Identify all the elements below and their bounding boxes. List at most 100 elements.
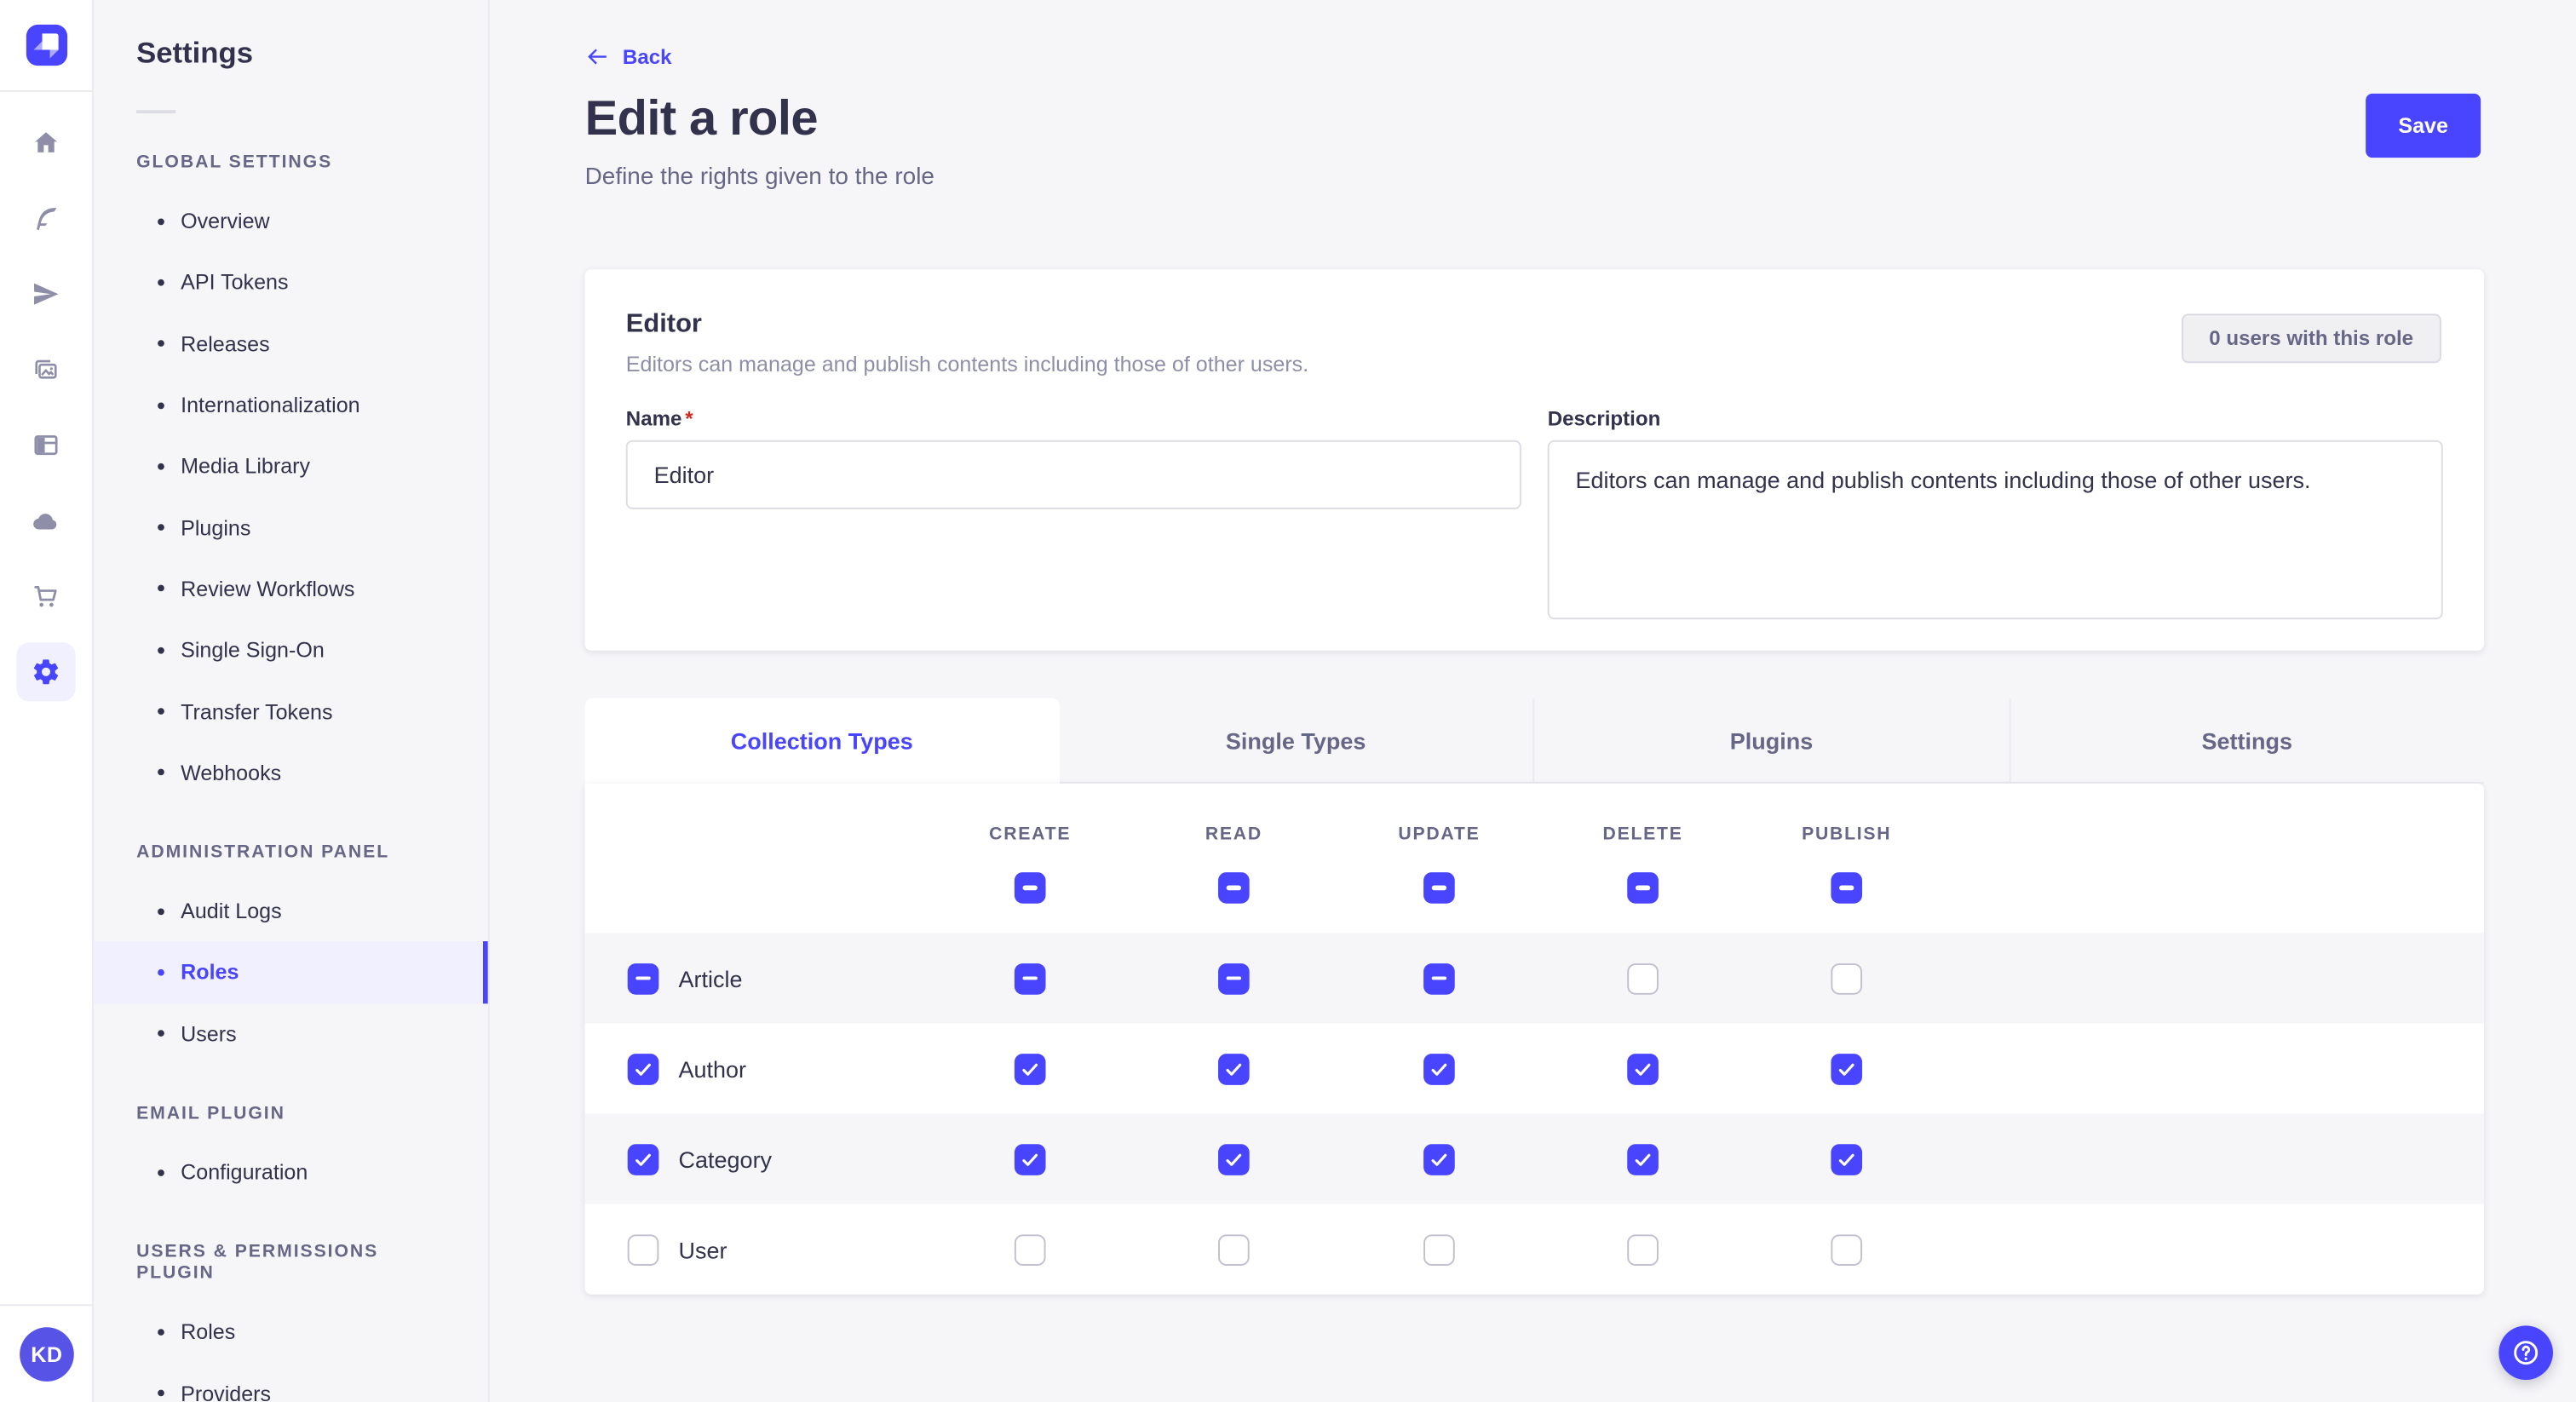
select-all-create-checkbox[interactable] xyxy=(1015,872,1046,904)
rail-item-cart[interactable] xyxy=(16,566,75,625)
author-read-checkbox[interactable] xyxy=(1218,1053,1250,1084)
save-button[interactable]: Save xyxy=(2366,94,2481,158)
sidebar-item-label: Configuration xyxy=(181,1160,308,1185)
tab-single-types[interactable]: Single Types xyxy=(1059,698,1532,784)
row-select-category-checkbox[interactable] xyxy=(628,1143,659,1175)
rail-item-layout[interactable] xyxy=(16,416,75,474)
select-all-wrapper xyxy=(1831,872,1862,904)
category-create-checkbox[interactable] xyxy=(1015,1143,1046,1175)
permission-row-label: User xyxy=(678,1236,727,1262)
rail-item-images[interactable] xyxy=(16,340,75,399)
sidebar-item-overview[interactable]: Overview xyxy=(94,191,488,252)
name-label: Name* xyxy=(626,407,1521,432)
users-count-badge: 0 users with this role xyxy=(2181,313,2441,363)
sidebar-item-users[interactable]: Users xyxy=(94,1003,488,1065)
sidebar-item-label: Audit Logs xyxy=(181,899,281,923)
user-create-checkbox[interactable] xyxy=(1015,1233,1046,1265)
column-header-read: READ xyxy=(1205,825,1262,844)
bullet-icon xyxy=(158,969,164,976)
select-all-read-checkbox[interactable] xyxy=(1218,872,1250,904)
sidebar-sections: GLOBAL SETTINGSOverviewAPI TokensRelease… xyxy=(94,152,488,1402)
tabs: Collection TypesSingle TypesPluginsSetti… xyxy=(585,698,2484,784)
article-update-checkbox[interactable] xyxy=(1423,962,1455,994)
select-all-wrapper xyxy=(1627,872,1659,904)
tab-plugins[interactable]: Plugins xyxy=(1532,698,2008,784)
cart-icon xyxy=(32,582,61,612)
permission-row-category: Category xyxy=(585,1114,2484,1204)
sidebar-title: Settings xyxy=(94,0,488,71)
rail-item-home[interactable] xyxy=(16,113,75,172)
user-read-checkbox[interactable] xyxy=(1218,1233,1250,1265)
bullet-icon xyxy=(158,769,164,776)
sidebar-item-audit-logs[interactable]: Audit Logs xyxy=(94,881,488,942)
user-delete-checkbox[interactable] xyxy=(1627,1233,1659,1265)
author-update-checkbox[interactable] xyxy=(1423,1053,1455,1084)
sidebar-item-providers[interactable]: Providers xyxy=(94,1363,488,1402)
sidebar-item-media-library[interactable]: Media Library xyxy=(94,435,488,497)
row-select-author-checkbox[interactable] xyxy=(628,1053,659,1084)
description-input[interactable]: Editors can manage and publish contents … xyxy=(1548,440,2443,619)
sidebar-item-label: Releases xyxy=(181,331,270,356)
required-asterisk: * xyxy=(685,407,693,430)
permission-row-label: Category xyxy=(678,1146,772,1172)
select-all-update-checkbox[interactable] xyxy=(1423,872,1455,904)
sidebar-item-label: Roles xyxy=(181,960,239,985)
rail-item-cloud[interactable] xyxy=(16,491,75,550)
bullet-icon xyxy=(158,279,164,286)
category-read-checkbox[interactable] xyxy=(1218,1143,1250,1175)
permission-row-label: Author xyxy=(678,1055,746,1082)
rail-item-feather[interactable] xyxy=(16,189,75,248)
author-publish-checkbox[interactable] xyxy=(1831,1053,1862,1084)
user-update-checkbox[interactable] xyxy=(1423,1233,1455,1265)
strapi-logo[interactable] xyxy=(26,25,66,66)
sidebar-item-internationalization[interactable]: Internationalization xyxy=(94,375,488,436)
sidebar-item-label: Review Workflows xyxy=(181,577,354,601)
sidebar-item-webhooks[interactable]: Webhooks xyxy=(94,742,488,803)
sidebar-item-single-sign-on[interactable]: Single Sign-On xyxy=(94,619,488,681)
sidebar-item-label: Webhooks xyxy=(181,761,281,785)
row-select-article-checkbox[interactable] xyxy=(628,962,659,994)
home-icon xyxy=(32,128,61,158)
strapi-logo-icon xyxy=(26,25,66,66)
sidebar-item-label: API Tokens xyxy=(181,270,288,295)
divider xyxy=(0,1304,92,1306)
author-delete-checkbox[interactable] xyxy=(1627,1053,1659,1084)
article-publish-checkbox[interactable] xyxy=(1831,962,1862,994)
page-subtitle: Define the rights given to the role xyxy=(585,164,934,191)
article-delete-checkbox[interactable] xyxy=(1627,962,1659,994)
back-link[interactable]: Back xyxy=(585,44,672,69)
sidebar-item-label: Single Sign-On xyxy=(181,638,325,663)
avatar[interactable]: KD xyxy=(20,1327,74,1382)
sidebar-item-transfer-tokens[interactable]: Transfer Tokens xyxy=(94,681,488,742)
tab-collection-types[interactable]: Collection Types xyxy=(585,698,1059,784)
help-button[interactable] xyxy=(2498,1325,2553,1380)
category-publish-checkbox[interactable] xyxy=(1831,1143,1862,1175)
sidebar-item-review-workflows[interactable]: Review Workflows xyxy=(94,558,488,619)
rail-item-paper-plane[interactable] xyxy=(16,264,75,323)
select-all-publish-checkbox[interactable] xyxy=(1831,872,1862,904)
rail-item-gear[interactable] xyxy=(16,642,75,701)
category-update-checkbox[interactable] xyxy=(1423,1143,1455,1175)
cloud-icon xyxy=(32,506,61,536)
sidebar-item-roles[interactable]: Roles xyxy=(94,1301,488,1363)
sidebar-item-releases[interactable]: Releases xyxy=(94,313,488,375)
row-select-user-checkbox[interactable] xyxy=(628,1233,659,1265)
select-all-delete-checkbox[interactable] xyxy=(1627,872,1659,904)
sidebar-item-api-tokens[interactable]: API Tokens xyxy=(94,252,488,313)
category-delete-checkbox[interactable] xyxy=(1627,1143,1659,1175)
divider xyxy=(0,90,92,92)
back-label: Back xyxy=(623,45,672,68)
sidebar-item-plugins[interactable]: Plugins xyxy=(94,497,488,558)
sidebar-item-roles[interactable]: Roles xyxy=(94,942,488,1003)
sidebar-item-configuration[interactable]: Configuration xyxy=(94,1141,488,1203)
column-header-delete: DELETE xyxy=(1603,825,1683,844)
author-create-checkbox[interactable] xyxy=(1015,1053,1046,1084)
feather-icon xyxy=(32,204,61,233)
name-input[interactable] xyxy=(626,440,1521,509)
article-create-checkbox[interactable] xyxy=(1015,962,1046,994)
page-title: Edit a role xyxy=(585,92,818,148)
tab-settings[interactable]: Settings xyxy=(2009,698,2484,784)
user-publish-checkbox[interactable] xyxy=(1831,1233,1862,1265)
article-read-checkbox[interactable] xyxy=(1218,962,1250,994)
sidebar-section-heading: EMAIL PLUGIN xyxy=(136,1104,446,1125)
